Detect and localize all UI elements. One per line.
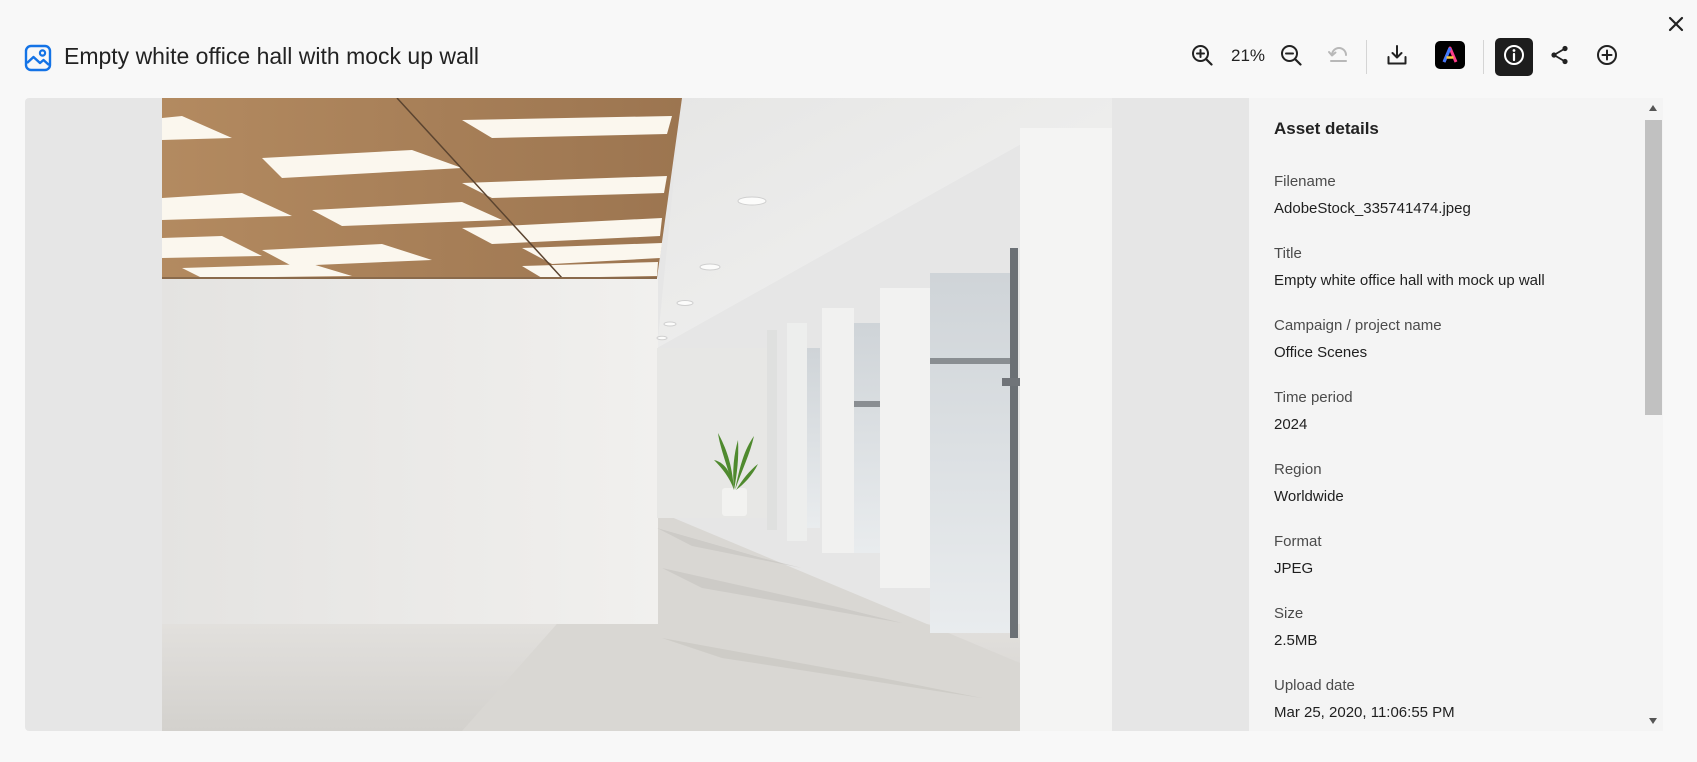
add-button[interactable] — [1589, 38, 1625, 76]
scrollbar-thumb[interactable] — [1645, 120, 1662, 415]
viewer-header: Empty white office hall with mock up wal… — [0, 0, 1697, 98]
download-button[interactable] — [1379, 38, 1415, 76]
detail-field-campaign: Campaign / project name Office Scenes — [1274, 317, 1634, 389]
details-list: Filename AdobeStock_335741474.jpeg Title… — [1274, 173, 1634, 731]
detail-field-format: Format JPEG — [1274, 533, 1634, 605]
field-label: Size — [1274, 605, 1304, 622]
field-value: Office Scenes — [1274, 344, 1368, 361]
share-icon — [1549, 44, 1571, 71]
close-icon — [1668, 16, 1684, 37]
field-value: 2024 — [1274, 416, 1308, 433]
page-title: Empty white office hall with mock up wal… — [64, 43, 480, 69]
rotate-button[interactable] — [1320, 38, 1356, 76]
field-label: Format — [1274, 533, 1322, 550]
image-asset-icon — [24, 44, 52, 72]
detail-field-filename: Filename AdobeStock_335741474.jpeg — [1274, 173, 1634, 245]
field-value: Worldwide — [1274, 488, 1344, 505]
field-value: AdobeStock_335741474.jpeg — [1274, 200, 1471, 217]
field-value: JPEG — [1274, 560, 1314, 577]
rotate-icon — [1327, 44, 1349, 71]
panel-heading: Asset details — [1274, 119, 1379, 138]
details-scrollbar[interactable] — [1643, 98, 1663, 731]
detail-field-region: Region Worldwide — [1274, 461, 1634, 533]
zoom-out-button[interactable] — [1273, 38, 1309, 76]
zoom-in-icon — [1191, 44, 1213, 71]
download-icon — [1386, 44, 1408, 71]
info-icon — [1503, 44, 1525, 71]
detail-field-size: Size 2.5MB — [1274, 605, 1634, 677]
field-value: 2.5MB — [1274, 632, 1318, 649]
field-value: Empty white office hall with mock up wal… — [1274, 272, 1545, 289]
field-label: Region — [1274, 461, 1322, 478]
field-label: Time period — [1274, 389, 1353, 406]
detail-field-title: Title Empty white office hall with mock … — [1274, 245, 1634, 317]
triangle-down-icon — [1648, 712, 1658, 730]
close-button[interactable] — [1664, 14, 1688, 38]
asset-image — [162, 98, 1112, 731]
toolbar-divider — [1483, 40, 1484, 74]
image-viewer[interactable] — [25, 98, 1249, 731]
zoom-in-button[interactable] — [1184, 38, 1220, 76]
scroll-down-button[interactable] — [1647, 715, 1659, 727]
add-icon — [1596, 44, 1618, 71]
field-value: Mar 25, 2020, 11:06:55 PM — [1274, 704, 1455, 721]
field-label: Filename — [1274, 173, 1336, 190]
triangle-up-icon — [1648, 99, 1658, 117]
info-button[interactable] — [1495, 38, 1533, 76]
asset-details-panel: Asset details Filename AdobeStock_335741… — [1249, 98, 1663, 731]
field-label: Campaign / project name — [1274, 317, 1442, 334]
zoom-out-icon — [1280, 44, 1302, 71]
field-label: Title — [1274, 245, 1302, 262]
scroll-up-button[interactable] — [1647, 102, 1659, 114]
adobe-express-button[interactable] — [1432, 38, 1468, 76]
field-label: Upload date — [1274, 677, 1355, 694]
share-button[interactable] — [1542, 38, 1578, 76]
detail-field-time-period: Time period 2024 — [1274, 389, 1634, 461]
detail-field-upload-date: Upload date Mar 25, 2020, 11:06:55 PM — [1274, 677, 1634, 731]
toolbar-divider — [1366, 40, 1367, 74]
adobe-express-icon — [1435, 40, 1465, 74]
zoom-level: 21% — [1230, 46, 1266, 65]
